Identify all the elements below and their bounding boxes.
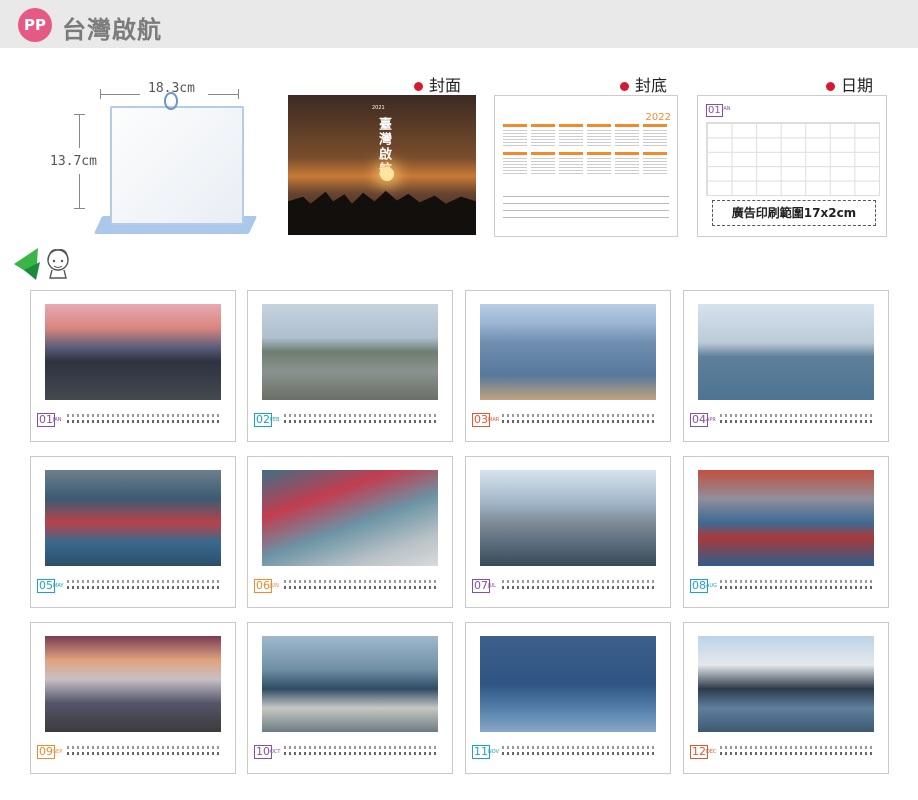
height-tick-bottom (74, 208, 85, 209)
month-name: FEB (270, 417, 280, 423)
month-card: 06 JUN (247, 456, 453, 608)
month-photo (698, 470, 874, 566)
day-strip (67, 745, 221, 757)
day-strip (284, 745, 438, 757)
back-page: 2022 (494, 95, 678, 237)
mini-calendar (587, 152, 611, 174)
mini-calendar (503, 152, 527, 174)
month-name: OCT (270, 749, 281, 755)
month-name: MAY (53, 583, 64, 589)
date-page: 01 JAN 廣告印刷範圍17x2cm (697, 95, 887, 237)
label-cover: 封面 (414, 72, 461, 96)
mini-calendar (531, 152, 555, 174)
day-strip (720, 579, 874, 591)
width-tick-right (238, 89, 239, 99)
day-strip (67, 579, 221, 591)
day-strip (720, 745, 874, 757)
width-line-right (208, 94, 238, 95)
mini-calendar (531, 124, 555, 146)
month-card: 11 NOV (465, 622, 671, 774)
height-label: 13.7cm (50, 154, 97, 169)
month-photo (45, 636, 221, 732)
bullet-icon (414, 82, 423, 91)
width-line-left (100, 94, 140, 95)
sunset-sun (380, 167, 394, 181)
month-name: AUG (706, 583, 717, 589)
mini-calendar (643, 152, 667, 174)
month-name: JAN (53, 417, 62, 423)
label-dates-text: 日期 (841, 76, 874, 95)
pp-logo: PP (18, 8, 52, 42)
month-photo (480, 636, 656, 732)
mini-calendar (643, 124, 667, 146)
mini-calendar (615, 152, 639, 174)
month-photo (480, 470, 656, 566)
month-name: DEC (706, 749, 717, 755)
mini-calendar (559, 124, 583, 146)
month-name: JUL (488, 583, 496, 589)
month-photo (45, 304, 221, 400)
month-name: APR (706, 417, 716, 423)
header-bar: PP 台灣啟航 (0, 0, 918, 48)
day-strip (720, 413, 874, 425)
month-name: MAR (488, 417, 500, 423)
label-back: 封底 (620, 72, 667, 96)
month-card: 03 MAR (465, 290, 671, 442)
mini-calendar (587, 124, 611, 146)
mascot-icon (14, 248, 69, 280)
month-card: 09 SEP (30, 622, 236, 774)
bullet-icon (826, 82, 835, 91)
ad-print-area: 廣告印刷範圍17x2cm (712, 200, 876, 226)
mini-calendar (615, 124, 639, 146)
month-card: 05 MAY (30, 456, 236, 608)
height-line-top (79, 114, 80, 148)
month-photo (698, 304, 874, 400)
month-photo (262, 470, 438, 566)
month-name: SEP (53, 749, 63, 755)
cover-image: 2021 臺灣啟航 (288, 95, 476, 235)
label-cover-text: 封面 (429, 76, 462, 95)
hanger-hook (164, 92, 178, 110)
page-title: 台灣啟航 (62, 16, 162, 44)
date-month-name: JAN (722, 106, 731, 112)
mini-calendar (559, 152, 583, 174)
day-strip (502, 413, 656, 425)
month-photo (262, 636, 438, 732)
cover-year: 2021 (372, 105, 385, 111)
height-line-bottom (79, 174, 80, 208)
month-name: JUN (270, 583, 279, 589)
date-grid (706, 122, 880, 196)
month-card: 04 APR (683, 290, 889, 442)
day-strip (284, 579, 438, 591)
size-diagram: 18.3cm 13.7cm (40, 78, 260, 248)
bullet-icon (620, 82, 629, 91)
mini-calendar (503, 124, 527, 146)
month-photo (45, 470, 221, 566)
day-strip (67, 413, 221, 425)
calendar-stand-board (110, 106, 244, 225)
day-strip (284, 413, 438, 425)
month-card: 08 AUG (683, 456, 889, 608)
month-card: 10 OCT (247, 622, 453, 774)
month-photo (698, 636, 874, 732)
date-month-number: 01 (706, 104, 723, 117)
crowd-silhouette (288, 190, 476, 235)
day-strip (502, 579, 656, 591)
month-card: 12 DEC (683, 622, 889, 774)
day-strip (502, 745, 656, 757)
label-back-text: 封底 (635, 76, 668, 95)
label-dates: 日期 (826, 72, 873, 96)
width-tick-left (100, 89, 101, 99)
note-lines (503, 190, 669, 220)
month-name: NOV (488, 749, 500, 755)
month-card: 02 FEB (247, 290, 453, 442)
month-card: 07 JUL (465, 456, 671, 608)
height-tick-top (74, 114, 85, 115)
month-card: 01 JAN (30, 290, 236, 442)
back-year: 2022 (645, 112, 671, 123)
month-photo (480, 304, 656, 400)
month-photo (262, 304, 438, 400)
